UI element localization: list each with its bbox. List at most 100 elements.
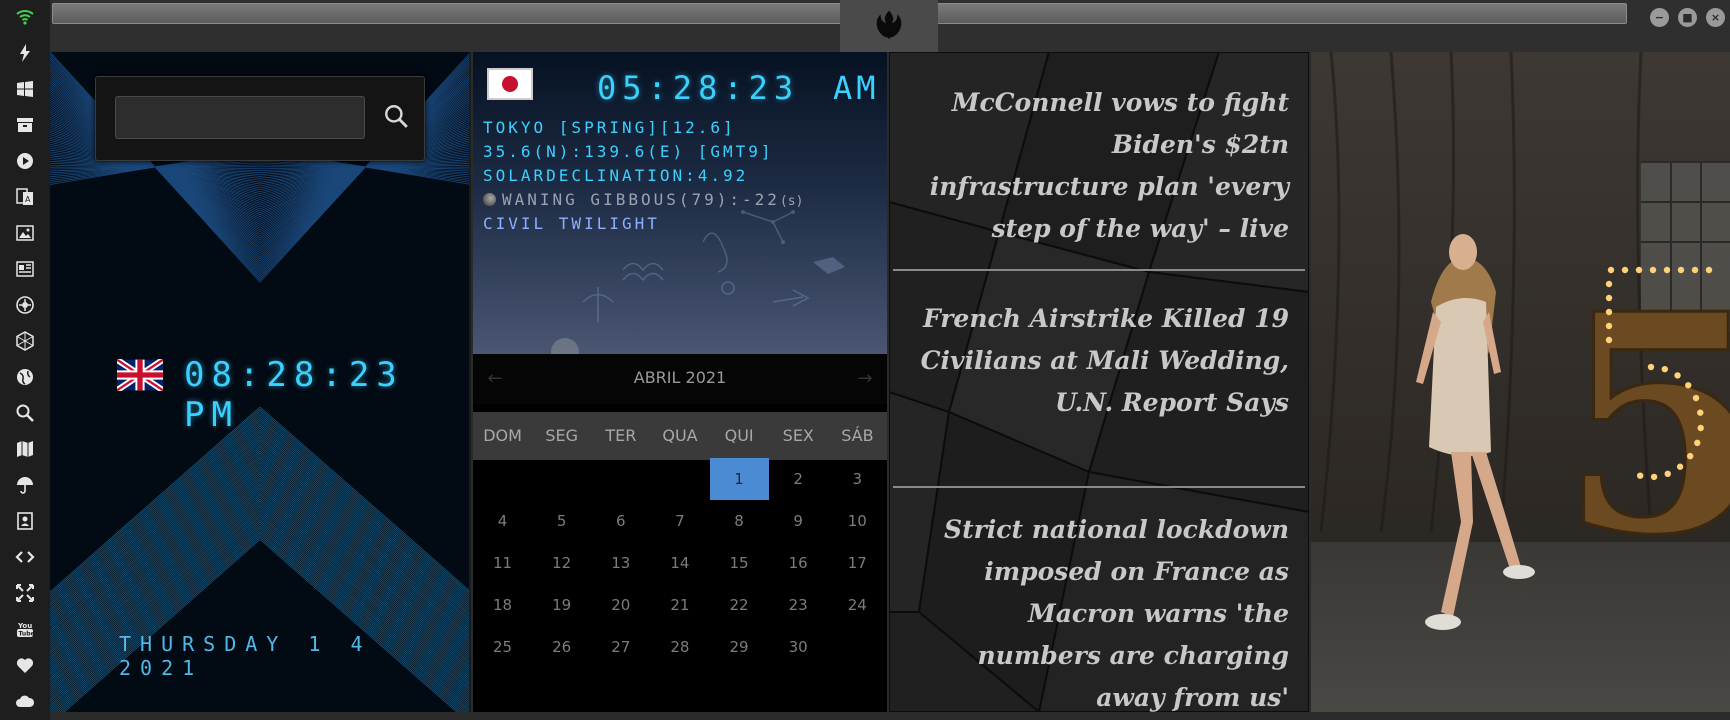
calendar-day[interactable]: 8 (710, 500, 769, 542)
uk-clock-panel: 08:28:23 PM THURSDAY 1 4 2021 (50, 52, 471, 712)
globe-icon[interactable] (12, 364, 38, 390)
calendar-day[interactable]: 23 (769, 584, 828, 626)
news-divider (893, 269, 1305, 271)
weekday-label: QUI (724, 426, 754, 445)
image-icon[interactable] (12, 220, 38, 246)
calendar-week-row: 25 26 27 28 29 30 (473, 626, 887, 668)
news-divider (893, 486, 1305, 488)
calendar-week-row: 123 (473, 458, 887, 500)
cloud-icon[interactable] (12, 688, 38, 714)
calendar-day[interactable]: 18 (473, 584, 532, 626)
marquee-numeral: 5 (1559, 248, 1730, 601)
calendar-day[interactable]: 15 (710, 542, 769, 584)
news-headline-1[interactable]: McConnell vows to fight Biden's $2tn inf… (909, 82, 1289, 250)
desktop-app: A You Tube − ■ × 08:28:23 PM THURSDAY 1 … (0, 0, 1730, 720)
close-icon: × (1710, 11, 1721, 24)
wallpaper-photo[interactable]: 5 (1311, 52, 1730, 712)
calendar-day[interactable]: 22 (710, 584, 769, 626)
calendar-day[interactable]: 29 (710, 626, 769, 668)
search-box (95, 76, 425, 161)
calendar-day[interactable]: 4 (473, 500, 532, 542)
svg-text:Tube: Tube (19, 631, 35, 638)
tokyo-city-line: TOKYO [SPRING][12.6] (483, 118, 736, 137)
heart-icon[interactable] (12, 652, 38, 678)
contacts-icon[interactable] (12, 508, 38, 534)
photo-illustration: 5 (1311, 52, 1730, 712)
fullscreen-icon[interactable] (12, 580, 38, 606)
rebel-alliance-icon (876, 10, 902, 39)
windows-icon[interactable] (12, 76, 38, 102)
calendar-week-row: 18 19 20 21 22 23 24 (473, 584, 887, 626)
arrow-right-icon: → (857, 367, 873, 389)
translate-icon[interactable]: A (12, 184, 38, 210)
uk-time-display: 08:28:23 PM (184, 355, 404, 435)
calendar-day[interactable]: 10 (828, 500, 887, 542)
close-button[interactable]: × (1706, 8, 1725, 27)
japan-flag-icon (487, 68, 533, 100)
moon-phase-line: WANING GIBBOUS(79):-22(s) (483, 190, 803, 209)
archive-icon[interactable] (12, 112, 38, 138)
sun-icon[interactable] (12, 292, 38, 318)
calendar-week-row: 4 5 6 7 8 9 10 (473, 500, 887, 542)
maximize-button[interactable]: ■ (1678, 8, 1697, 27)
weekday-label: QUA (662, 426, 698, 445)
youtube-icon[interactable]: You Tube (12, 616, 38, 642)
search-button[interactable] (379, 99, 413, 133)
calendar-day[interactable]: 2 (769, 458, 828, 500)
minimize-button[interactable]: − (1650, 8, 1669, 27)
news-headline-2[interactable]: French Airstrike Killed 19 Civilians at … (909, 298, 1289, 424)
calendar-day[interactable]: 19 (532, 584, 591, 626)
calendar-day[interactable]: 7 (650, 500, 709, 542)
play-icon[interactable] (12, 148, 38, 174)
moon-phase-icon (483, 193, 496, 206)
calendar-day[interactable]: 24 (828, 584, 887, 626)
calendar-day[interactable]: 11 (473, 542, 532, 584)
weekday-label: TER (605, 426, 637, 445)
calendar-empty-cell (828, 626, 887, 668)
next-month-button[interactable]: → (853, 366, 877, 390)
logo-tab[interactable] (840, 0, 938, 52)
calendar-day[interactable]: 6 (591, 500, 650, 542)
search-input[interactable] (115, 96, 365, 139)
calendar-day[interactable]: 25 (473, 626, 532, 668)
calendar-day[interactable]: 30 (769, 626, 828, 668)
weekday-header: DOM SEG TER QUA QUI SEX SÁB (473, 412, 887, 460)
calendar-day[interactable]: 27 (591, 626, 650, 668)
calendar-day-today[interactable]: 1 (709, 458, 769, 500)
calendar-day[interactable]: 13 (591, 542, 650, 584)
calendar-day[interactable]: 12 (532, 542, 591, 584)
calendar-day[interactable]: 14 (650, 542, 709, 584)
calendar-empty-cell (591, 458, 650, 500)
news-headline-3[interactable]: Strict national lockdown imposed on Fran… (909, 509, 1289, 712)
calendar-day[interactable]: 20 (591, 584, 650, 626)
weekday-label: SEG (545, 426, 579, 445)
umbrella-icon[interactable] (12, 472, 38, 498)
map-icon[interactable] (12, 436, 38, 462)
calendar-day[interactable]: 16 (769, 542, 828, 584)
calendar-empty-cell (473, 458, 532, 500)
lightning-icon[interactable] (12, 40, 38, 66)
svg-text:You: You (17, 622, 32, 630)
newspaper-icon[interactable] (12, 256, 38, 282)
calendar-day[interactable]: 28 (650, 626, 709, 668)
calendar-day[interactable]: 9 (769, 500, 828, 542)
weekday-label: DOM (483, 426, 522, 445)
search-icon[interactable] (12, 400, 38, 426)
weekday-label: SÁB (841, 426, 874, 445)
solar-declination-line: SOLARDECLINATION:4.92 (483, 166, 749, 185)
calendar-day[interactable]: 26 (532, 626, 591, 668)
calendar-day[interactable]: 17 (828, 542, 887, 584)
calendar-day[interactable]: 5 (532, 500, 591, 542)
hexagon-icon[interactable] (12, 328, 38, 354)
calendar-week-row: 11 12 13 14 15 16 17 (473, 542, 887, 584)
svg-text:A: A (25, 195, 31, 204)
calendar-day[interactable]: 3 (828, 458, 887, 500)
uk-date-display: THURSDAY 1 4 2021 (119, 632, 372, 680)
minimize-icon: − (1654, 11, 1665, 24)
uk-flag-icon (117, 359, 163, 391)
wifi-icon[interactable] (12, 4, 38, 30)
calendar-day[interactable]: 21 (650, 584, 709, 626)
sidebar: A You Tube (0, 0, 50, 720)
title-bar: − ■ × (50, 0, 1730, 52)
code-icon[interactable] (12, 544, 38, 570)
